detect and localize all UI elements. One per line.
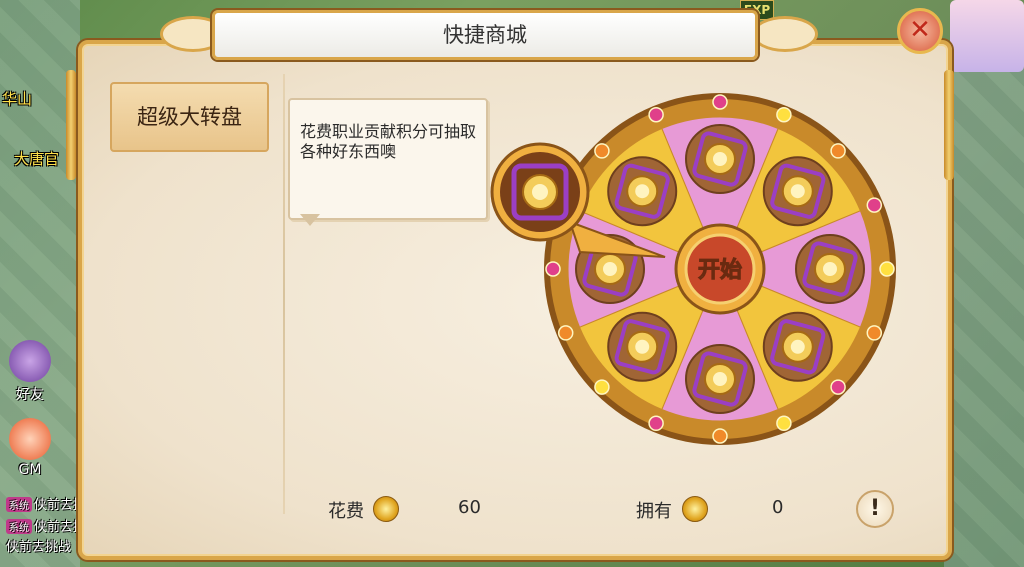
friends-label: 好友: [16, 387, 44, 403]
wheel-prize-slot: [795, 234, 865, 304]
gm-label: GM: [18, 462, 42, 478]
tab-super-wheel[interactable]: 超级大转盘: [110, 82, 269, 152]
selected-prize-indicator: [490, 142, 590, 242]
rim-bulb: [776, 415, 792, 432]
prize-wheel: 开始: [490, 93, 896, 445]
rim-bulb: [648, 415, 664, 432]
bubble-tail: [300, 214, 320, 226]
wheel-prize-slot: [762, 311, 833, 382]
rim-bulb: [830, 143, 846, 159]
rim-bulb: [557, 325, 574, 341]
wheel-prize-slot: [607, 311, 678, 382]
rim-bulb: [879, 261, 895, 277]
description-text: 花费职业贡献积分可抽取各种好东西噢: [300, 122, 477, 161]
wheel-prize-slot: [685, 344, 755, 414]
rim-bulb: [712, 94, 728, 110]
chat-tag: 系统: [6, 497, 32, 512]
owned-label: 拥有: [636, 501, 672, 522]
wheel-prize-slot: [762, 156, 833, 227]
wheel-prize-slot: [685, 124, 755, 194]
cost-value: 60: [458, 497, 481, 518]
gm-button[interactable]: GM: [0, 418, 60, 478]
info-icon: !: [869, 496, 881, 521]
rim-bulb: [594, 143, 610, 159]
info-button[interactable]: !: [856, 490, 894, 528]
rim-bulb: [648, 106, 664, 123]
world-terrain: [944, 60, 1024, 567]
friends-icon: [9, 340, 51, 382]
rim-bulb: [866, 325, 883, 341]
cost-label: 花费: [328, 501, 364, 522]
rim-bulb: [776, 106, 792, 123]
gm-avatar-icon: [9, 418, 51, 460]
panel-divider: [283, 74, 285, 514]
location-label: 大唐官: [14, 150, 60, 168]
rim-bulb: [866, 197, 883, 213]
rim-bulb: [712, 428, 728, 444]
rim-bulb: [830, 379, 846, 395]
start-button-label: 开始: [698, 257, 742, 283]
owned-value: 0: [772, 497, 784, 518]
chat-text: 侠前去挑战: [6, 540, 72, 555]
description-bubble: 花费职业贡献积分可抽取各种好东西噢: [288, 98, 488, 220]
rim-bulb: [594, 379, 610, 395]
owned-coin-icon: [682, 496, 708, 522]
location-label: 华山: [2, 90, 33, 108]
close-button[interactable]: ✕: [897, 8, 943, 54]
close-icon: ✕: [909, 15, 931, 45]
chat-tag: 系统: [6, 519, 32, 534]
panel-pillar-right: [944, 70, 954, 180]
cost-coin-icon: [373, 496, 399, 522]
panel-pillar-left: [66, 70, 76, 180]
friends-button[interactable]: 好友: [0, 340, 60, 404]
player-avatar[interactable]: [950, 0, 1024, 72]
title-ornament-right: [752, 16, 818, 52]
rim-bulb: [545, 261, 561, 277]
panel-title: 快捷商城: [212, 10, 758, 60]
wheel-prize-slot: [607, 156, 678, 227]
chat-line: 侠前去挑战: [6, 536, 71, 555]
